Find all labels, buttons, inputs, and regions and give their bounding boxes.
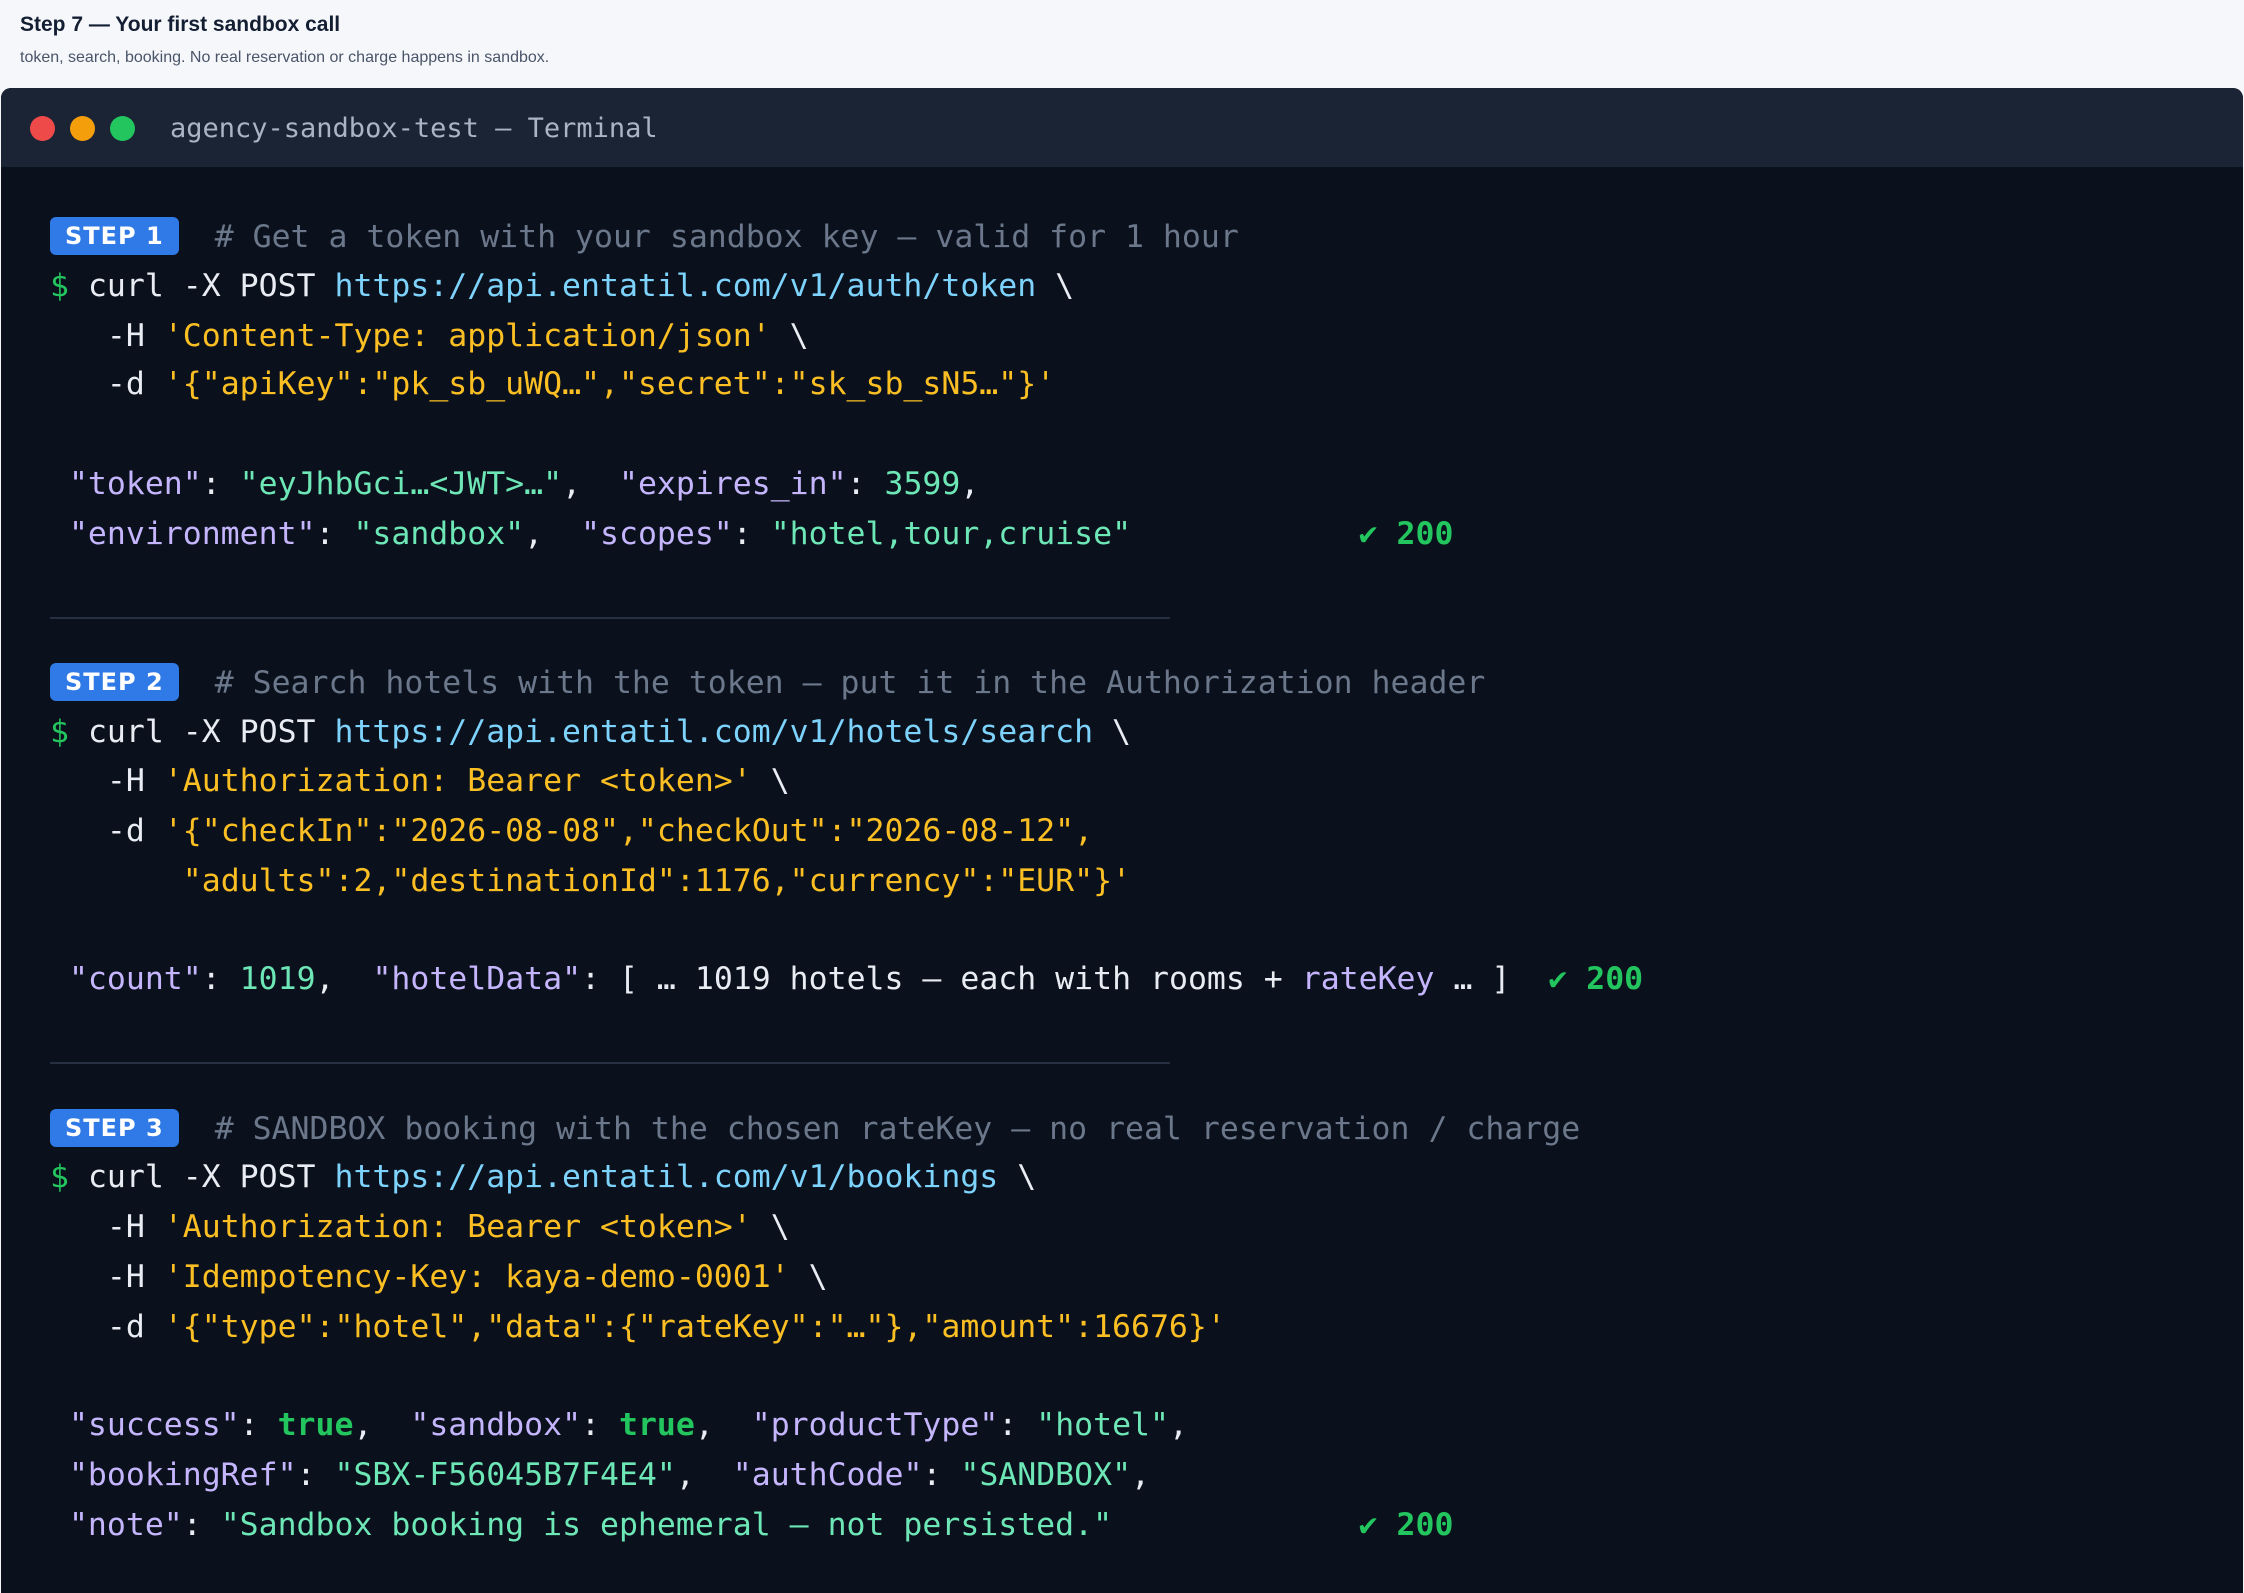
line-continuation: \ [770, 763, 790, 799]
option-flag: -d [106, 366, 145, 402]
command-text: curl -X POST [87, 268, 316, 304]
section-divider [50, 1062, 1170, 1064]
json-key: "environment" [68, 516, 316, 552]
option-value: 'Authorization: Bearer <token>' [163, 763, 752, 799]
option-flag: -d [106, 1309, 145, 1345]
line-continuation: \ [1055, 268, 1075, 304]
step-1-response-line-1: "token": "eyJhbGci…<JWT>…", "expires_in"… [68, 466, 980, 502]
command-text: curl -X POST [87, 1159, 316, 1195]
json-value: "SBX-F56045B7F4E4" [334, 1457, 676, 1493]
endpoint-url: https://api.entatil.com/v1/bookings [334, 1159, 999, 1195]
section-divider [50, 617, 1170, 619]
line-continuation: \ [1112, 714, 1132, 750]
step-1-badge: STEP 1 [50, 217, 179, 255]
line-continuation: \ [770, 1209, 790, 1245]
json-key: "scopes" [581, 516, 733, 552]
prompt: $ [50, 268, 69, 304]
minimize-window-icon[interactable] [70, 116, 95, 141]
option-value: 'Idempotency-Key: kaya-demo-0001' [163, 1259, 790, 1295]
json-key: "sandbox" [410, 1407, 582, 1443]
step-3-comment: # SANDBOX booking with the chosen rateKe… [214, 1111, 1581, 1147]
line-continuation: \ [808, 1259, 828, 1295]
option-flag: -d [106, 813, 145, 849]
option-value: '{"type":"hotel","data":{"rateKey":"…"},… [163, 1309, 1226, 1345]
option-value: '{"apiKey":"pk_sb_uWQ…","secret":"sk_sb_… [163, 366, 1056, 402]
step-3-command-line: $ curl -X POST https://api.entatil.com/v… [50, 1153, 1036, 1201]
step-2-header-option: -H 'Authorization: Bearer <token>' \ [50, 757, 790, 805]
option-value: '{"checkIn":"2026-08-08","checkOut":"202… [163, 813, 1094, 849]
prompt: $ [50, 714, 69, 750]
step-1-response-line-2: "environment": "sandbox", "scopes": "hot… [68, 516, 1454, 552]
endpoint-url: https://api.entatil.com/v1/auth/token [334, 268, 1037, 304]
page-header: Step 7 — Your first sandbox call token, … [0, 0, 2244, 88]
option-value: 'Content-Type: application/json' [163, 318, 771, 354]
terminal-content[interactable]: STEP 1 # Get a token with your sandbox ke… [1, 167, 2243, 1593]
json-value: true [618, 1407, 695, 1443]
step-2-command-line: $ curl -X POST https://api.entatil.com/v… [50, 708, 1131, 756]
step-3-response-line-2: "bookingRef": "SBX-F56045B7F4E4", "authC… [68, 1457, 1151, 1493]
json-key: "expires_in" [618, 466, 847, 502]
step-2-data-option-cont: "adults":2,"destinationId":1176,"currenc… [50, 857, 1131, 905]
status-ok-badge: ✔ 200 [1358, 516, 1454, 552]
option-value: 'Authorization: Bearer <token>' [163, 1209, 752, 1245]
step-2-comment: # Search hotels with the token — put it … [214, 665, 1486, 701]
step-1-comment: # Get a token with your sandbox key — va… [214, 219, 1239, 255]
prompt: $ [50, 1159, 69, 1195]
step-1-header-option: -H 'Content-Type: application/json' \ [50, 312, 809, 360]
json-key: "bookingRef" [68, 1457, 297, 1493]
json-value: "hotel,tour,cruise" [770, 516, 1132, 552]
step-2-header: STEP 2 # Search hotels with the token — p… [50, 659, 1485, 707]
page-title: Step 7 — Your first sandbox call [20, 13, 341, 36]
json-key: "count" [68, 961, 202, 997]
step-1-command-line: $ curl -X POST https://api.entatil.com/v… [50, 262, 1074, 310]
json-value: "Sandbox booking is ephemeral — not pers… [220, 1507, 1113, 1543]
option-flag: -H [106, 763, 145, 799]
json-key: "authCode" [732, 1457, 923, 1493]
terminal-window[interactable]: agency-sandbox-test — Terminal STEP 1 # G… [1, 88, 2243, 1593]
json-key: "hotelData" [372, 961, 582, 997]
status-ok-badge: ✔ 200 [1548, 961, 1644, 997]
terminal-titlebar[interactable]: agency-sandbox-test — Terminal [1, 88, 2243, 167]
json-value: "hotel" [1036, 1407, 1169, 1443]
close-window-icon[interactable] [30, 116, 55, 141]
line-continuation: \ [789, 318, 809, 354]
step-2-data-option: -d '{"checkIn":"2026-08-08","checkOut":"… [50, 807, 1093, 855]
step-3-data-option: -d '{"type":"hotel","data":{"rateKey":"…… [50, 1303, 1226, 1351]
step-1-header: STEP 1 # Get a token with your sandbox ke… [50, 213, 1239, 261]
json-value: "SANDBOX" [960, 1457, 1132, 1493]
json-value: [ … 1019 hotels — each with rooms + [619, 961, 1302, 997]
json-value: "eyJhbGci…<JWT>…" [239, 466, 563, 502]
option-flag: -H [106, 318, 145, 354]
option-flag: -H [106, 1259, 145, 1295]
page-subtitle: token, search, booking. No real reservat… [20, 49, 550, 66]
step-3-badge: STEP 3 [50, 1109, 179, 1147]
json-key: "productType" [751, 1407, 999, 1443]
step-3-header: STEP 3 # SANDBOX booking with the chosen … [50, 1105, 1580, 1153]
option-value: "adults":2,"destinationId":1176,"currenc… [182, 863, 1131, 899]
step-3-response-line-3: "note": "Sandbox booking is ephemeral — … [68, 1507, 1454, 1543]
json-key: "note" [68, 1507, 183, 1543]
terminal-title: agency-sandbox-test — Terminal [170, 113, 658, 144]
line-continuation: \ [1017, 1159, 1037, 1195]
step-3-idempotency-option: -H 'Idempotency-Key: kaya-demo-0001' \ [50, 1253, 828, 1301]
step-2-badge: STEP 2 [50, 663, 179, 701]
json-value-key: rateKey [1301, 961, 1435, 997]
json-value: 1019 [239, 961, 316, 997]
status-ok-badge: ✔ 200 [1358, 1507, 1454, 1543]
endpoint-url: https://api.entatil.com/v1/hotels/search [334, 714, 1094, 750]
step-1-data-option: -d '{"apiKey":"pk_sb_uWQ…","secret":"sk_… [50, 360, 1055, 408]
json-key: "token" [68, 466, 202, 502]
step-3-auth-option: -H 'Authorization: Bearer <token>' \ [50, 1203, 790, 1251]
option-flag: -H [106, 1209, 145, 1245]
step-3-response-line-1: "success": true, "sandbox": true, "produ… [68, 1407, 1188, 1443]
step-2-response-line-1: "count": 1019, "hotelData": [ … 1019 hot… [68, 961, 1644, 997]
json-value: 3599 [884, 466, 961, 502]
json-key: "success" [68, 1407, 240, 1443]
json-value: "sandbox" [353, 516, 525, 552]
json-value: … ] [1434, 961, 1511, 997]
maximize-window-icon[interactable] [110, 116, 135, 141]
command-text: curl -X POST [87, 714, 316, 750]
json-value: true [277, 1407, 354, 1443]
